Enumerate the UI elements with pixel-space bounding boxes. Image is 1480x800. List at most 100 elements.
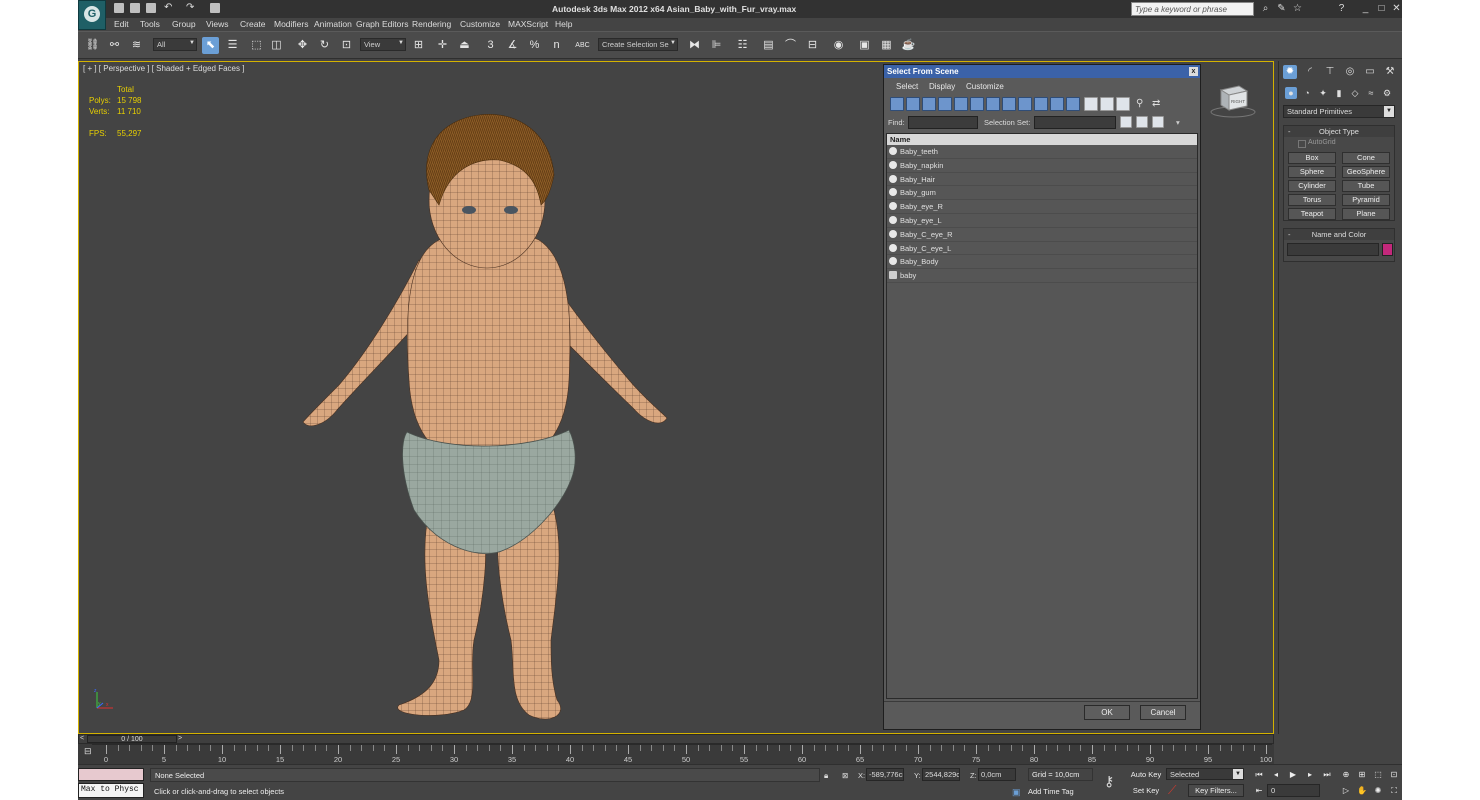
save-file-icon[interactable] <box>146 3 156 13</box>
display-geometry-icon[interactable] <box>890 97 904 111</box>
keyboard-shortcut-override-icon[interactable]: ⏏ <box>456 37 473 54</box>
options-chevron-icon[interactable]: ▾ <box>1176 118 1180 127</box>
pan-view-icon[interactable]: ✋ <box>1356 785 1368 797</box>
edit-named-selection-icon[interactable]: ABC <box>574 37 591 54</box>
next-frame-icon[interactable]: ▸ <box>1304 769 1316 781</box>
previous-frame-icon[interactable]: ◂ <box>1270 769 1282 781</box>
list-item[interactable]: Baby_Hair <box>887 173 1197 187</box>
material-editor-icon[interactable]: ◉ <box>830 37 847 54</box>
bind-spacewarp-icon[interactable]: ≋ <box>128 37 145 54</box>
menu-views[interactable]: Views <box>206 19 229 29</box>
orbit-icon[interactable]: ✺ <box>1372 785 1384 797</box>
list-item[interactable]: Baby_teeth <box>887 145 1197 159</box>
pivot-center-icon[interactable]: ⊞ <box>410 37 427 54</box>
find-input[interactable] <box>908 116 978 129</box>
menu-tools[interactable]: Tools <box>140 19 160 29</box>
current-frame-field[interactable]: 0 <box>1267 784 1320 797</box>
display-spacewarps-icon[interactable] <box>970 97 984 111</box>
move-icon[interactable]: ✥ <box>294 37 311 54</box>
cameras-category-icon[interactable]: ▮ <box>1333 87 1345 99</box>
angle-snap-icon[interactable]: ∡ <box>504 37 521 54</box>
zoom-all-icon[interactable]: ⊞ <box>1356 769 1368 781</box>
cylinder-button[interactable]: Cylinder <box>1288 180 1336 192</box>
sync-selection-icon[interactable]: ⇄ <box>1152 97 1166 111</box>
field-of-view-icon[interactable]: ▷ <box>1340 785 1352 797</box>
display-none-icon[interactable] <box>1100 97 1114 111</box>
display-lights-icon[interactable] <box>922 97 936 111</box>
menu-rendering[interactable]: Rendering <box>412 19 451 29</box>
geosphere-button[interactable]: GeoSphere <box>1342 166 1390 178</box>
minimize-icon[interactable]: _ <box>1360 3 1371 14</box>
list-item[interactable]: Baby_C_eye_L <box>887 242 1197 256</box>
align-icon[interactable]: ⊫ <box>708 37 725 54</box>
x-coordinate-field[interactable]: -589,776cr <box>866 768 904 781</box>
layer-manager-icon[interactable]: ☷ <box>734 37 751 54</box>
box-button[interactable]: Box <box>1288 152 1336 164</box>
object-type-title[interactable]: Object Type <box>1284 126 1394 137</box>
dialog-close-icon[interactable]: x <box>1189 67 1198 76</box>
window-crossing-icon[interactable]: ◫ <box>268 37 285 54</box>
schematic-view-icon[interactable]: ⊟ <box>804 37 821 54</box>
menu-modifiers[interactable]: Modifiers <box>274 19 308 29</box>
select-by-name-icon[interactable]: ☰ <box>224 37 241 54</box>
display-tab-icon[interactable]: ▭ <box>1363 65 1377 79</box>
key-mode-toggle-icon[interactable]: ⇤ <box>1253 785 1265 797</box>
geometry-category-icon[interactable]: ● <box>1285 87 1297 99</box>
rotate-icon[interactable]: ↻ <box>316 37 333 54</box>
sphere-button[interactable]: Sphere <box>1288 166 1336 178</box>
selection-filter-dropdown[interactable]: All <box>153 38 197 51</box>
link-icon[interactable]: ⛓ <box>84 37 101 54</box>
systems-category-icon[interactable]: ⚙ <box>1381 87 1393 99</box>
list-item[interactable]: Baby_Body <box>887 255 1197 270</box>
create-tab-icon[interactable]: ✹ <box>1283 65 1297 79</box>
select-object-icon[interactable]: ⬉ <box>202 37 219 54</box>
display-helpers-icon[interactable] <box>954 97 968 111</box>
list-item[interactable]: Baby_eye_R <box>887 200 1197 214</box>
key-filters-button[interactable]: Key Filters... <box>1188 784 1244 797</box>
menu-maxscript[interactable]: MAXScript <box>508 19 548 29</box>
spinner-snap-icon[interactable]: n <box>548 37 565 54</box>
key-mode-icon[interactable]: ⚷ <box>1104 773 1114 790</box>
percent-snap-icon[interactable]: % <box>526 37 543 54</box>
set-key-pencil-icon[interactable]: ⟋ <box>1168 783 1182 797</box>
binoculars-icon[interactable]: ⌕ <box>1260 3 1271 14</box>
list-item[interactable]: Baby_napkin <box>887 159 1197 173</box>
display-xrefs-icon[interactable] <box>1002 97 1016 111</box>
shapes-category-icon[interactable]: ◔ <box>1301 87 1313 99</box>
zoom-icon[interactable]: ⊕ <box>1340 769 1352 781</box>
pyramid-button[interactable]: Pyramid <box>1342 194 1390 206</box>
display-containers-icon[interactable] <box>1034 97 1048 111</box>
add-to-selection-set-icon[interactable] <box>1136 116 1148 128</box>
list-item[interactable]: Baby_gum <box>887 186 1197 201</box>
ok-button[interactable]: OK <box>1084 705 1130 720</box>
list-item[interactable]: baby <box>887 269 1197 283</box>
display-groups-icon[interactable] <box>986 97 1000 111</box>
communication-center-icon[interactable]: ✎ <box>1276 3 1287 14</box>
create-selection-set-icon[interactable] <box>1120 116 1132 128</box>
render-production-icon[interactable]: ☕ <box>900 37 917 54</box>
object-name-input[interactable] <box>1287 243 1379 256</box>
absolute-mode-icon[interactable]: ⊠ <box>842 771 848 780</box>
time-slider[interactable]: < 0 / 100 > <box>78 734 1274 744</box>
helpers-category-icon[interactable]: ◇ <box>1349 87 1361 99</box>
z-coordinate-field[interactable]: 0,0cm <box>978 768 1016 781</box>
menu-group[interactable]: Group <box>172 19 196 29</box>
app-logo-button[interactable]: G <box>78 0 106 30</box>
mirror-icon[interactable]: ⧓ <box>686 37 703 54</box>
add-time-tag-button[interactable]: Add Time Tag <box>1028 787 1074 796</box>
list-item[interactable]: Baby_C_eye_R <box>887 228 1197 242</box>
menu-customize[interactable]: Customize <box>460 19 500 29</box>
display-all-icon[interactable] <box>1084 97 1098 111</box>
menu-create[interactable]: Create <box>240 19 266 29</box>
menu-graph-editors[interactable]: Graph Editors <box>356 19 408 29</box>
name-column-header[interactable]: Name <box>887 134 1197 145</box>
maximize-viewport-icon[interactable]: ⛶ <box>1388 785 1400 797</box>
menu-help[interactable]: Help <box>555 19 572 29</box>
torus-button[interactable]: Torus <box>1288 194 1336 206</box>
graphite-ribbon-icon[interactable]: ▤ <box>760 37 777 54</box>
redo-icon[interactable]: ↷ <box>186 3 196 13</box>
undo-icon[interactable]: ↶ <box>164 3 174 13</box>
render-setup-icon[interactable]: ▣ <box>856 37 873 54</box>
scale-icon[interactable]: ⊡ <box>338 37 355 54</box>
select-and-manipulate-icon[interactable]: ✛ <box>434 37 451 54</box>
